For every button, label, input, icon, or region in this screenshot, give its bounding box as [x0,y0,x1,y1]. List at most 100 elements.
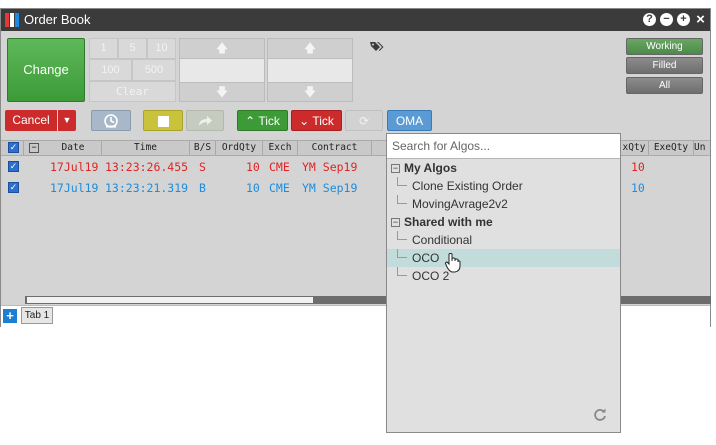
add-window-icon[interactable]: + [677,13,690,26]
collapse-icon[interactable]: − [391,218,400,228]
column-header-exch[interactable]: Exch [263,141,298,155]
price-up-arrow-icon[interactable]: 🡅 [180,39,264,58]
order-toolbar: Cancel ▼ ⌃ Tick ⌄ Tick ⟳ OMA [1,106,710,136]
stop-button[interactable] [143,110,183,131]
qty-key-100[interactable]: 100 [89,59,132,81]
chevron-down-icon: ⌄ [299,114,310,128]
algo-item-conditional[interactable]: Conditional [387,231,620,249]
tree-connector [397,177,407,186]
change-button[interactable]: Change [7,38,85,102]
column-header-exeqty[interactable]: ExeQty [649,141,694,155]
cancel-button[interactable]: Cancel [5,110,57,131]
column-header-time[interactable]: Time [102,141,190,155]
cancel-dropdown-chevron-icon[interactable]: ▼ [58,110,76,131]
algo-item-oco-2[interactable]: OCO 2 [387,267,620,285]
row-exch: CME [269,160,290,174]
tick-down-button[interactable]: ⌄ Tick [291,110,342,131]
tree-connector [397,195,407,204]
tick-up-button[interactable]: ⌃ Tick [237,110,288,131]
qty-field[interactable] [268,58,352,83]
history-button[interactable] [91,110,131,131]
refresh-icon: ⟳ [358,114,370,128]
filter-working-button[interactable]: Working [626,38,703,55]
app-logo-icon [5,13,19,27]
row-exeqty: 10 [631,160,645,174]
row-bs: S [199,160,206,174]
row-time: 13:23:21.319 [105,181,189,195]
row-checkbox[interactable]: ✓ [8,161,19,172]
quantity-stepper: 🡅 🡇 [267,38,353,102]
minimize-icon[interactable]: − [660,13,673,26]
qty-clear-button[interactable]: Clear [89,81,176,102]
group-label: Shared with me [404,215,493,229]
qty-key-1[interactable]: 1 [89,38,118,59]
tick-up-label: Tick [258,114,280,128]
price-stepper: 🡅 🡇 [179,38,265,102]
row-ordqty: 10 [246,160,260,174]
row-ordqty: 10 [246,181,260,195]
column-header-bs[interactable]: B/S [190,141,216,155]
close-icon[interactable]: × [694,12,707,27]
select-all-checkbox[interactable]: ✓ [8,142,19,153]
qty-down-arrow-icon[interactable]: 🡇 [268,83,352,102]
algo-item-label: Conditional [412,233,473,247]
row-date: 17Jul19 [50,160,99,174]
chevron-up-icon: ⌃ [245,114,256,128]
window-title: Order Book [24,12,91,27]
row-contract: YM Sep19 [302,181,358,195]
qty-key-5[interactable]: 5 [118,38,147,59]
algo-dropdown-panel: −My Algos Clone Existing Order MovingAvr… [386,133,621,433]
history-icon [104,114,118,128]
tree-connector [397,231,407,240]
column-header-date[interactable]: Date [45,141,102,155]
tree-connector [397,249,407,258]
column-header-ordqty[interactable]: OrdQty [216,141,263,155]
tags-icon[interactable] [370,41,384,53]
row-checkbox[interactable]: ✓ [8,182,19,193]
collapse-all-icon[interactable]: − [29,143,39,153]
tree-connector [397,267,407,276]
tab-1[interactable]: Tab 1 [21,307,53,324]
row-date: 17Jul19 [50,181,99,195]
filter-filled-button[interactable]: Filled [626,57,703,74]
scrollbar-thumb[interactable] [27,297,313,303]
algo-item-label: Clone Existing Order [412,179,523,193]
group-my-algos[interactable]: − My Algos [391,159,457,177]
title-bar[interactable]: Order Book ? − + × [1,9,710,31]
filter-all-button[interactable]: All [626,77,703,94]
row-contract: YM Sep19 [302,160,358,174]
quantity-pad: 1 5 10 100 500 Clear [89,38,176,102]
row-time: 13:23:26.455 [105,160,189,174]
row-exch: CME [269,181,290,195]
collapse-icon[interactable]: − [391,164,400,174]
algo-item-oco[interactable]: OCO [387,249,620,267]
help-icon[interactable]: ? [643,13,656,26]
oma-button[interactable]: OMA [387,110,432,131]
price-field[interactable] [180,58,264,83]
group-label: My Algos [404,161,457,175]
algo-item-movingavrage2v2[interactable]: MovingAvrage2v2 [387,195,620,213]
add-tab-button[interactable]: + [3,309,17,323]
column-header-xqty[interactable]: xQty [619,141,649,155]
hand-cursor-icon [445,253,461,273]
algo-item-label: MovingAvrage2v2 [412,197,508,211]
row-exeqty: 10 [631,181,645,195]
qty-key-10[interactable]: 10 [147,38,176,59]
refresh-algos-icon[interactable] [593,408,607,422]
row-bs: B [199,181,206,195]
header-divider [23,141,24,155]
refresh-button[interactable]: ⟳ [345,110,383,131]
algo-search-input[interactable] [387,134,620,159]
qty-key-500[interactable]: 500 [132,59,176,81]
column-header-un[interactable]: Un [694,141,710,155]
algo-item-clone-existing-order[interactable]: Clone Existing Order [387,177,620,195]
redo-arrow-icon [199,116,212,126]
column-header-contract[interactable]: Contract [298,141,372,155]
stop-icon [157,116,169,127]
redo-button[interactable] [186,110,224,131]
qty-up-arrow-icon[interactable]: 🡅 [268,39,352,58]
algo-item-label: OCO 2 [412,269,450,283]
algo-item-label: OCO [412,251,440,265]
group-shared-with-me[interactable]: − Shared with me [391,213,493,231]
price-down-arrow-icon[interactable]: 🡇 [180,83,264,102]
